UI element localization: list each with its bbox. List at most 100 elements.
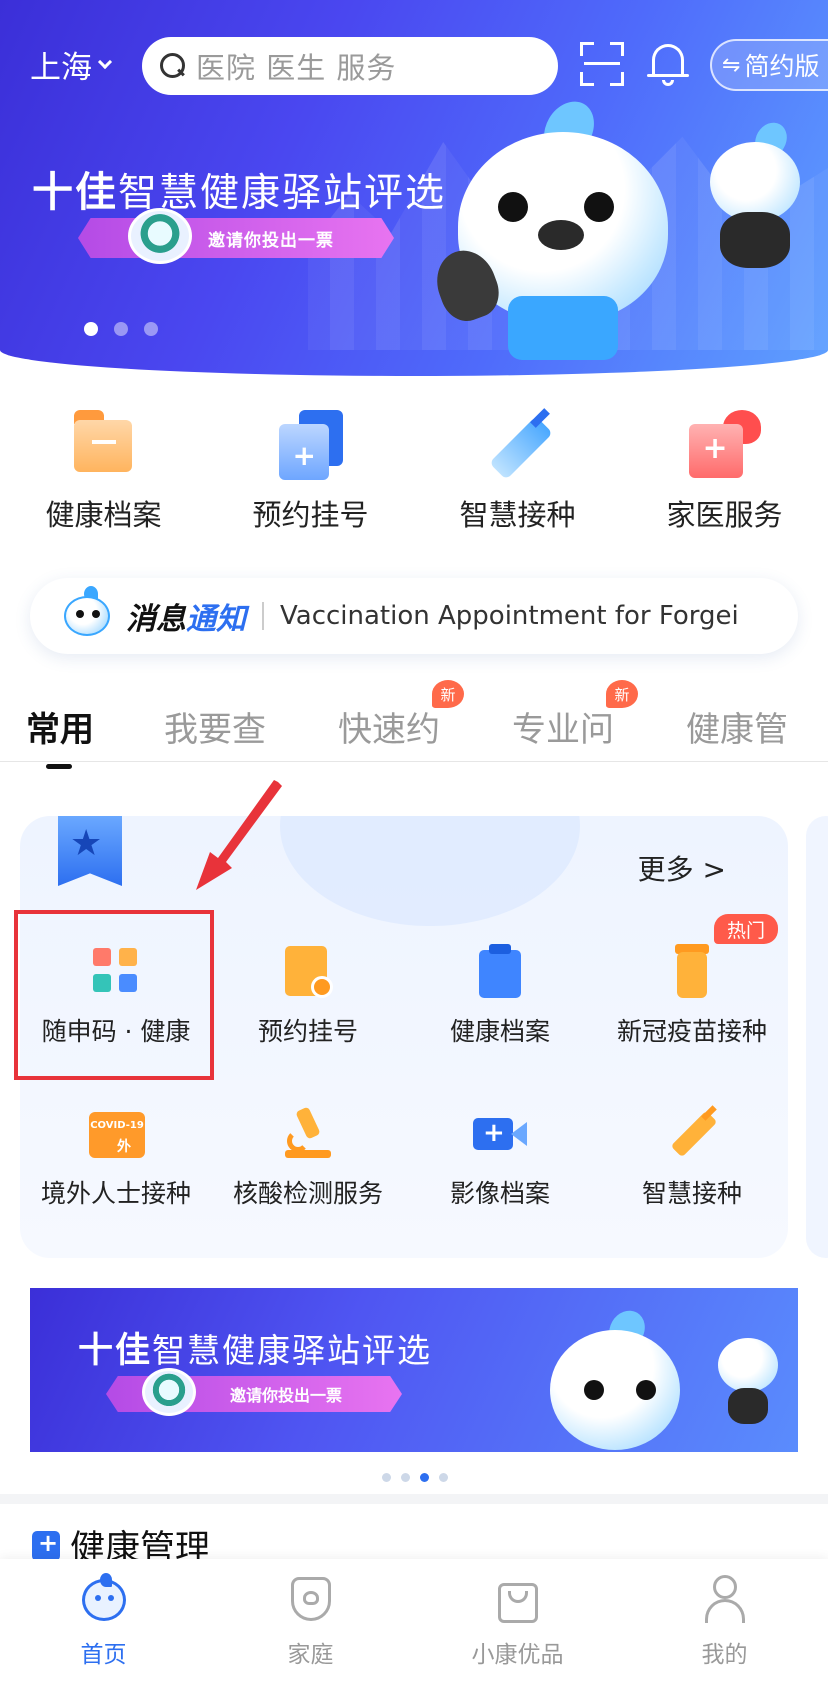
- appointment-icon: [281, 944, 335, 998]
- tab-query[interactable]: 我要查: [164, 702, 266, 751]
- bell-icon[interactable]: [646, 40, 690, 90]
- nav-label: 我的: [701, 1642, 748, 1668]
- hero-title: 十佳智慧健康驿站评选: [32, 168, 447, 216]
- bookmark-star-icon: ★: [58, 816, 122, 886]
- quick-action-family-doctor[interactable]: + 家医服务: [621, 410, 828, 550]
- service-nucleic-acid-test[interactable]: 核酸检测服务: [212, 1106, 404, 1246]
- quick-action-label: 预约挂号: [252, 498, 369, 532]
- syringe-icon: [482, 408, 554, 482]
- swap-icon: ⇋: [722, 52, 741, 78]
- mascot-illustration: [427, 92, 688, 362]
- nav-home[interactable]: 首页: [0, 1559, 207, 1689]
- carousel-dot[interactable]: [84, 322, 98, 336]
- service-foreigner-vaccination[interactable]: COVID-19 外 境外人士接种: [20, 1106, 212, 1246]
- service-label: 新冠疫苗接种: [616, 1017, 767, 1046]
- next-card-peek[interactable]: [806, 816, 828, 1258]
- promo-ribbon-text: 邀请你投出一票: [230, 1386, 343, 1405]
- covid-passport-icon: COVID-19 外: [89, 1106, 145, 1160]
- service-appointment[interactable]: 预约挂号: [212, 944, 404, 1084]
- tab-ask-expert[interactable]: 专业问 新: [512, 680, 638, 751]
- mascot-illustration: [550, 1304, 680, 1452]
- nav-shop[interactable]: 小康优品: [414, 1559, 621, 1689]
- covid-icon-text: COVID-19: [90, 1120, 144, 1131]
- service-covid-vaccine[interactable]: 新冠疫苗接种: [596, 944, 788, 1084]
- tab-quick-book[interactable]: 快速约 新: [338, 680, 464, 751]
- quick-action-vaccination[interactable]: 智慧接种: [414, 408, 621, 550]
- shopping-bag-icon: [492, 1573, 544, 1625]
- city-label: 上海: [30, 50, 92, 86]
- annotation-arrow-icon: [196, 780, 282, 890]
- quick-action-health-record[interactable]: 健康档案: [0, 410, 207, 550]
- video-camera-icon: +: [473, 1106, 527, 1160]
- service-label: 影像档案: [449, 1179, 550, 1208]
- family-doctor-icon: +: [688, 410, 761, 482]
- bottom-nav: 首页 家庭 小康优品 我的: [0, 1559, 828, 1689]
- carousel-dot[interactable]: [114, 322, 128, 336]
- promo-banner[interactable]: 十佳智慧健康驿站评选 邀请你投出一票: [30, 1288, 798, 1452]
- chevron-down-icon: [97, 54, 113, 69]
- carousel-dot[interactable]: [144, 322, 158, 336]
- search-placeholder: 医院 医生 服务: [196, 51, 397, 85]
- vaccine-vial-icon: [665, 944, 719, 998]
- scan-icon[interactable]: [580, 42, 624, 86]
- service-label: 智慧接种: [641, 1179, 742, 1208]
- family-shield-icon: [285, 1573, 337, 1625]
- quick-action-label: 健康档案: [45, 498, 162, 532]
- more-link[interactable]: 更多 >: [638, 848, 726, 888]
- highlight-box: [14, 910, 214, 1080]
- service-smart-vaccination[interactable]: 智慧接种: [596, 1105, 788, 1246]
- home-mascot-icon: [78, 1573, 130, 1625]
- city-selector[interactable]: 上海: [30, 42, 113, 87]
- quick-action-label: 智慧接种: [459, 498, 576, 532]
- covid-icon-sub: 外: [117, 1139, 131, 1155]
- nav-label: 家庭: [287, 1642, 334, 1668]
- medical-kit-icon: [32, 1529, 60, 1561]
- service-label: 境外人士接种: [40, 1179, 191, 1208]
- notice-message[interactable]: Vaccination Appointment for Forgei...: [280, 601, 740, 631]
- service-label: 健康档案: [449, 1017, 550, 1046]
- small-mascot-illustration: [718, 1338, 778, 1428]
- section-divider: [0, 1494, 828, 1504]
- shield-logo-icon: [142, 1368, 196, 1416]
- simple-mode-label: 简约版: [744, 52, 820, 81]
- folder-icon: [68, 410, 140, 482]
- notice-tag: 消息通知: [126, 602, 246, 637]
- microscope-icon: [281, 1106, 335, 1160]
- notice-bar[interactable]: 消息通知 Vaccination Appointment for Forgei.…: [30, 578, 798, 654]
- simple-mode-button[interactable]: ⇋ 简约版: [710, 39, 828, 91]
- mascot-icon: [62, 586, 114, 646]
- hero-ribbon-text: 邀请你投出一票: [208, 230, 334, 251]
- clipboard-icon: [473, 944, 527, 998]
- promo-title: 十佳智慧健康驿站评选: [78, 1331, 433, 1371]
- search-input[interactable]: 医院 医生 服务: [142, 37, 558, 95]
- carousel-dot[interactable]: [439, 1473, 448, 1482]
- carousel-dot[interactable]: [382, 1473, 391, 1482]
- tab-health-management[interactable]: 健康管: [686, 702, 788, 751]
- promo-carousel-dots[interactable]: [382, 1473, 448, 1482]
- user-icon: [699, 1573, 751, 1625]
- category-tabs: 常用 我要查 快速约 新 专业问 新 健康管: [0, 680, 828, 769]
- nav-me[interactable]: 我的: [621, 1559, 828, 1689]
- hero-carousel-dots[interactable]: [84, 322, 158, 336]
- quick-actions: 健康档案 + 预约挂号 智慧接种 + 家医服务: [0, 408, 828, 550]
- quick-action-label: 家医服务: [666, 498, 783, 532]
- small-mascot-illustration: [700, 116, 810, 272]
- active-tab-indicator: [46, 764, 72, 769]
- hot-badge: 热门: [714, 914, 778, 944]
- nav-family[interactable]: 家庭: [207, 1559, 414, 1689]
- service-label: 核酸检测服务: [232, 1179, 383, 1208]
- service-label: 预约挂号: [257, 1017, 358, 1046]
- service-health-record[interactable]: 健康档案: [404, 944, 596, 1084]
- service-imaging-record[interactable]: + 影像档案: [404, 1106, 596, 1246]
- carousel-dot[interactable]: [401, 1473, 410, 1482]
- card-decoration: [280, 816, 580, 926]
- shield-logo-icon: [128, 208, 192, 264]
- new-badge: 新: [432, 680, 464, 708]
- nav-label: 首页: [80, 1642, 127, 1668]
- tab-common[interactable]: 常用: [26, 702, 94, 769]
- register-icon: +: [275, 410, 347, 482]
- carousel-dot[interactable]: [420, 1473, 429, 1482]
- new-badge: 新: [606, 680, 638, 708]
- quick-action-appointment[interactable]: + 预约挂号: [207, 410, 414, 550]
- nav-label: 小康优品: [471, 1642, 564, 1668]
